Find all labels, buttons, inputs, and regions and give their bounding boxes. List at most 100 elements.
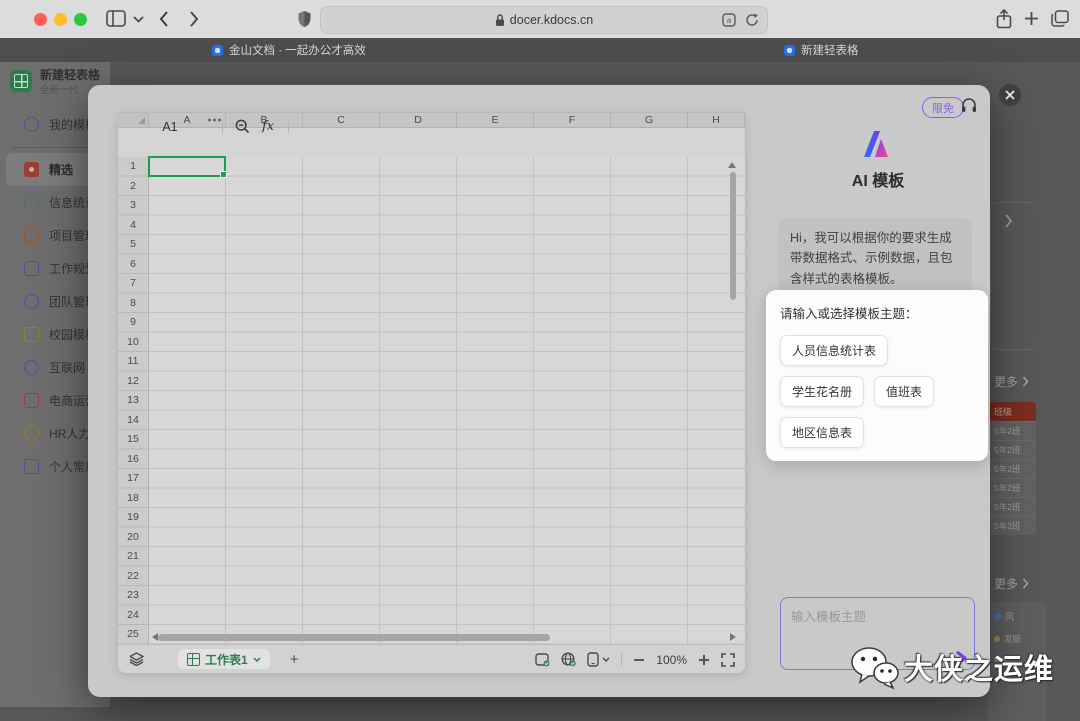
sheet-tab[interactable]: 工作表1 <box>178 649 270 669</box>
topic-prompt-label: 请输入或选择模板主题： <box>780 303 974 322</box>
column-header-A[interactable]: A <box>149 113 226 127</box>
forward-icon[interactable] <box>189 11 199 27</box>
headset-icon[interactable] <box>960 97 978 115</box>
translate-icon[interactable]: a <box>722 13 736 27</box>
column-header-F[interactable]: F <box>534 113 611 127</box>
scroll-right-arrow[interactable] <box>730 633 736 641</box>
row-header-11[interactable]: 11 <box>118 352 148 372</box>
row-header-17[interactable]: 17 <box>118 469 148 489</box>
add-sheet-button[interactable]: + <box>290 652 299 667</box>
vertical-scrollbar[interactable] <box>730 172 736 300</box>
topic-chip[interactable]: 学生花名册 <box>780 376 864 407</box>
minimize-window-button[interactable] <box>54 13 67 26</box>
chevron-right-icon <box>1022 578 1029 589</box>
new-tab-icon[interactable] <box>1024 11 1039 26</box>
row-header-12[interactable]: 12 <box>118 372 148 392</box>
watermark: 大侠之运维 <box>848 644 1054 690</box>
new-sheet-icon <box>10 70 32 92</box>
globe-icon <box>24 360 39 375</box>
close-window-button[interactable] <box>34 13 47 26</box>
status-dot-icon <box>994 636 1000 642</box>
topic-chip[interactable]: 地区信息表 <box>780 417 864 448</box>
column-menu-icon[interactable] <box>207 118 221 122</box>
chevron-right-icon <box>1022 376 1029 387</box>
row-header-8[interactable]: 8 <box>118 294 148 314</box>
row-header-7[interactable]: 7 <box>118 274 148 294</box>
row-header-19[interactable]: 19 <box>118 508 148 528</box>
ai-panel-title: AI 模板 <box>808 167 948 191</box>
column-header-G[interactable]: G <box>611 113 688 127</box>
row-header-18[interactable]: 18 <box>118 489 148 509</box>
column-header-E[interactable]: E <box>457 113 534 127</box>
select-all-corner[interactable] <box>118 113 149 127</box>
preview-table-row: 5年2班 <box>988 440 1036 459</box>
row-header-10[interactable]: 10 <box>118 333 148 353</box>
chevron-down-icon[interactable] <box>133 16 144 23</box>
column-header-H[interactable]: H <box>688 113 745 127</box>
sidebar-toggle-icon[interactable] <box>106 10 126 27</box>
close-icon <box>1005 90 1015 100</box>
chevron-down-icon <box>602 657 610 662</box>
row-header-6[interactable]: 6 <box>118 255 148 275</box>
form-view-icon[interactable] <box>535 653 550 667</box>
more-link[interactable]: 更多 <box>994 373 1029 390</box>
row-header-5[interactable]: 5 <box>118 235 148 255</box>
column-header-D[interactable]: D <box>380 113 457 127</box>
row-header-9[interactable]: 9 <box>118 313 148 333</box>
column-header-C[interactable]: C <box>303 113 380 127</box>
row-header-2[interactable]: 2 <box>118 177 148 197</box>
share-icon[interactable] <box>996 9 1012 29</box>
row-header-22[interactable]: 22 <box>118 567 148 587</box>
tab-new-sheet[interactable]: 新建轻表格 <box>784 38 859 62</box>
device-preview-button[interactable] <box>587 652 610 667</box>
sidebar-item-label: 精选 <box>49 161 73 178</box>
preview-table-row: 5年2班 <box>988 421 1036 440</box>
zoom-out-button[interactable] <box>633 654 645 666</box>
sheet-bottom-bar: 工作表1 + <box>118 644 745 673</box>
row-header-21[interactable]: 21 <box>118 547 148 567</box>
apps-grid-icon <box>24 459 39 474</box>
row-header-16[interactable]: 16 <box>118 450 148 470</box>
scroll-up-arrow[interactable] <box>728 162 736 168</box>
row-header-23[interactable]: 23 <box>118 586 148 606</box>
column-header-B[interactable]: B <box>226 113 303 127</box>
row-header-13[interactable]: 13 <box>118 391 148 411</box>
privacy-shield-icon[interactable] <box>297 10 312 28</box>
web-publish-icon[interactable] <box>561 652 576 667</box>
row-header-20[interactable]: 20 <box>118 528 148 548</box>
sidebar-divider <box>12 147 98 148</box>
address-bar[interactable]: docer.kdocs.cn a <box>320 6 768 34</box>
horizontal-scrollbar[interactable] <box>158 634 550 641</box>
row-header-4[interactable]: 4 <box>118 216 148 236</box>
sheet-manager-icon[interactable] <box>129 652 144 666</box>
team-icon <box>24 294 39 309</box>
tab-kdocs-home[interactable]: 金山文档 · 一起办公才高效 <box>212 38 366 62</box>
zoom-window-button[interactable] <box>74 13 87 26</box>
more-link[interactable]: 更多 <box>994 575 1029 592</box>
row-header-14[interactable]: 14 <box>118 411 148 431</box>
row-header-15[interactable]: 15 <box>118 430 148 450</box>
tab-title: 金山文档 · 一起办公才高效 <box>229 42 366 58</box>
topic-chip[interactable]: 人员信息统计表 <box>780 335 888 366</box>
zoom-level[interactable]: 100% <box>656 653 687 667</box>
fullscreen-icon[interactable] <box>721 653 735 667</box>
tab-overview-icon[interactable] <box>1051 10 1069 27</box>
zoom-in-button[interactable] <box>698 654 710 666</box>
close-dialog-button[interactable] <box>999 84 1021 106</box>
grid-cells[interactable] <box>149 157 745 644</box>
row-headers[interactable]: 1234567891011121314151617181920212223242… <box>118 157 149 644</box>
topic-chip[interactable]: 值班表 <box>874 376 934 407</box>
reload-icon[interactable] <box>745 13 759 27</box>
column-headers[interactable]: ABCDEFGH <box>118 112 745 128</box>
preview-table-row: 5年2班 <box>988 516 1036 535</box>
ai-template-dialog: A1 fx ABCDEFGH 1234567891011121314151617… <box>88 85 990 697</box>
template-card-edge <box>990 202 1037 350</box>
row-header-25[interactable]: 25 <box>118 625 148 645</box>
sheet-grid-icon <box>187 653 200 666</box>
row-header-3[interactable]: 3 <box>118 196 148 216</box>
row-header-24[interactable]: 24 <box>118 606 148 626</box>
shop-icon <box>24 393 39 408</box>
row-header-1[interactable]: 1 <box>118 157 148 177</box>
spreadsheet-preview: A1 fx ABCDEFGH 1234567891011121314151617… <box>118 112 745 673</box>
back-icon[interactable] <box>159 11 169 27</box>
